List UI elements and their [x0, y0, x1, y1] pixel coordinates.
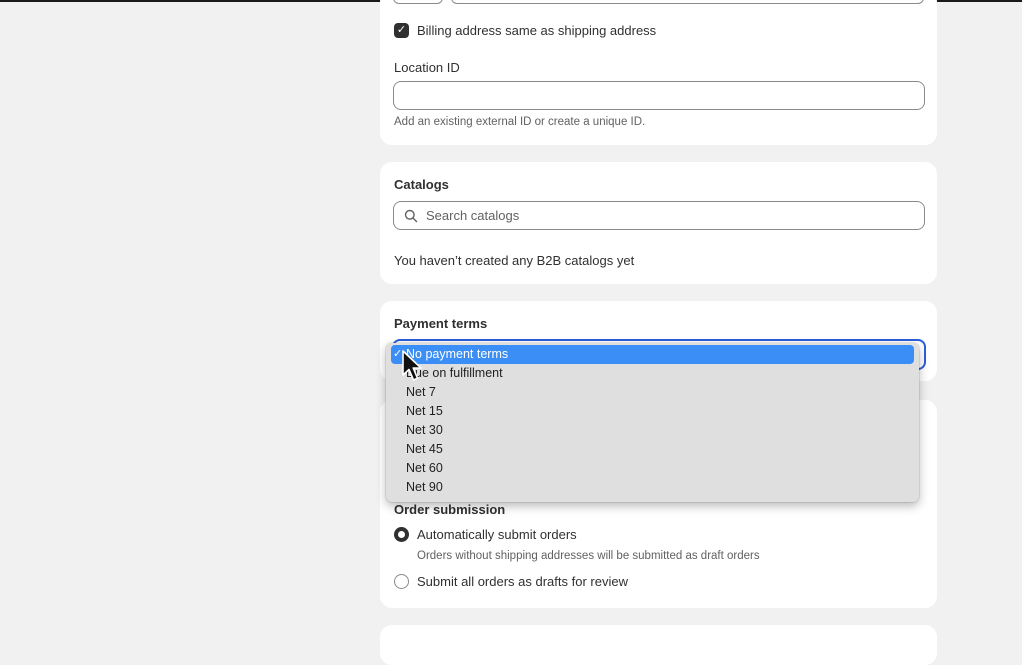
- mouse-pointer-icon: [402, 350, 422, 381]
- payment-option-label: Net 60: [406, 461, 443, 475]
- payment-option-no-terms[interactable]: ✓ No payment terms: [391, 345, 914, 364]
- catalogs-search-input[interactable]: [426, 208, 906, 223]
- address-input-partial-left[interactable]: [393, 0, 443, 4]
- billing-same-as-shipping-row[interactable]: ✓ Billing address same as shipping addre…: [394, 23, 656, 38]
- search-icon: [404, 209, 418, 222]
- auto-submit-orders-radio[interactable]: [394, 527, 409, 542]
- auto-submit-orders-label: Automatically submit orders: [417, 527, 577, 542]
- payment-option-net-30[interactable]: Net 30: [391, 421, 914, 440]
- payment-option-net-7[interactable]: Net 7: [391, 383, 914, 402]
- catalogs-empty-state: You haven’t created any B2B catalogs yet: [394, 253, 635, 268]
- catalogs-search-field[interactable]: [393, 201, 925, 230]
- payment-option-label: Net 30: [406, 423, 443, 437]
- submit-drafts-option[interactable]: Submit all orders as drafts for review: [394, 574, 628, 589]
- payment-option-label: Net 90: [406, 480, 443, 494]
- address-input-row: [393, 0, 924, 4]
- location-id-hint: Add an existing external ID or create a …: [394, 116, 646, 128]
- address-input-partial-right[interactable]: [451, 0, 924, 4]
- payment-option-label: Net 7: [406, 385, 436, 399]
- payment-option-net-45[interactable]: Net 45: [391, 440, 914, 459]
- submit-drafts-label: Submit all orders as drafts for review: [417, 574, 628, 589]
- billing-same-as-shipping-checkbox[interactable]: ✓: [394, 23, 409, 38]
- submit-drafts-radio[interactable]: [394, 574, 409, 589]
- payment-terms-dropdown[interactable]: ✓ No payment terms Due on fulfillment Ne…: [386, 343, 919, 502]
- checkmark-icon: ✓: [396, 24, 407, 36]
- location-id-input[interactable]: [393, 81, 925, 110]
- payment-terms-heading: Payment terms: [394, 316, 488, 331]
- next-card: [380, 625, 937, 665]
- catalogs-heading: Catalogs: [394, 177, 449, 192]
- auto-submit-orders-option[interactable]: Automatically submit orders: [394, 527, 577, 542]
- payment-option-net-15[interactable]: Net 15: [391, 402, 914, 421]
- payment-option-net-90[interactable]: Net 90: [391, 478, 914, 497]
- payment-option-label: Net 45: [406, 442, 443, 456]
- payment-option-due-on-fulfillment[interactable]: Due on fulfillment: [391, 364, 914, 383]
- payment-option-label: Net 15: [406, 404, 443, 418]
- location-id-label: Location ID: [394, 60, 460, 75]
- billing-same-as-shipping-label: Billing address same as shipping address: [417, 23, 657, 38]
- auto-submit-orders-hint: Orders without shipping addresses will b…: [417, 550, 760, 562]
- payment-option-net-60[interactable]: Net 60: [391, 459, 914, 478]
- order-submission-heading: Order submission: [394, 502, 506, 517]
